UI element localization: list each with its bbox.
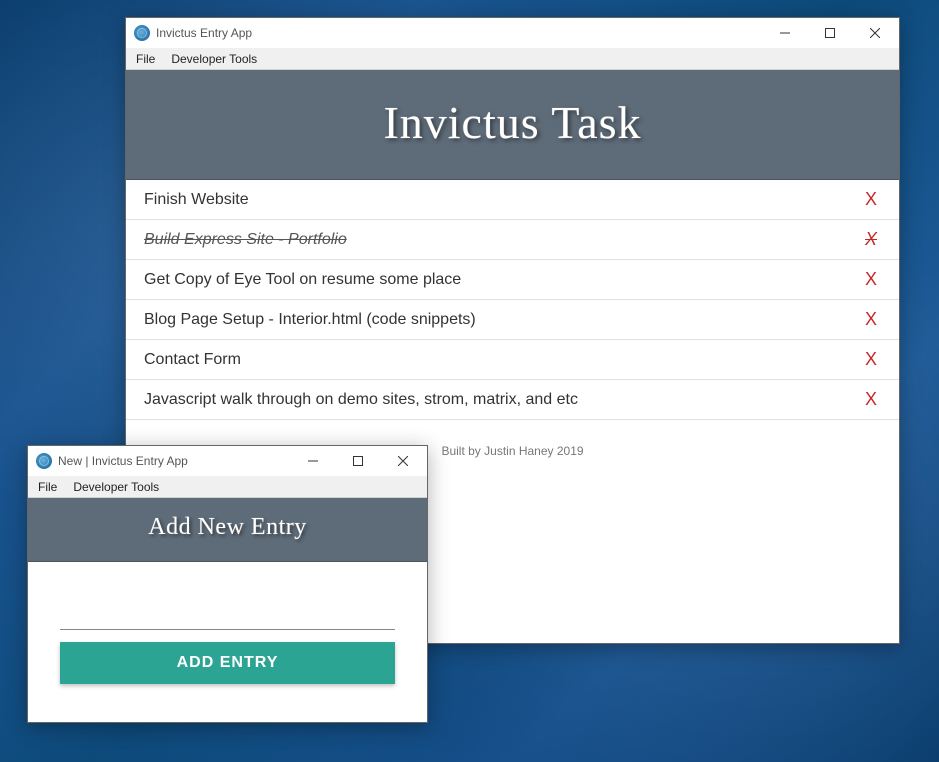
minimize-button[interactable]	[762, 19, 807, 48]
delete-task-button[interactable]: X	[861, 389, 881, 410]
app-header: Invictus Task	[126, 70, 899, 180]
dialog-menubar: File Developer Tools	[28, 476, 427, 498]
entry-input[interactable]	[60, 602, 395, 630]
window-controls	[762, 19, 897, 48]
menu-developer-tools[interactable]: Developer Tools	[65, 477, 167, 497]
task-text: Javascript walk through on demo sites, s…	[144, 391, 861, 409]
app-title: Invictus Task	[136, 96, 889, 149]
dialog-window-title: New | Invictus Entry App	[58, 454, 290, 468]
task-text: Contact Form	[144, 351, 861, 369]
app-icon	[134, 25, 150, 41]
menu-developer-tools[interactable]: Developer Tools	[163, 49, 265, 69]
task-row[interactable]: Contact FormX	[126, 340, 899, 380]
close-button[interactable]	[852, 19, 897, 48]
add-entry-button[interactable]: ADD ENTRY	[60, 642, 395, 684]
task-text: Get Copy of Eye Tool on resume some plac…	[144, 271, 861, 289]
maximize-button[interactable]	[335, 447, 380, 476]
task-list: Finish WebsiteXBuild Express Site - Port…	[126, 180, 899, 420]
task-text: Build Express Site - Portfolio	[144, 231, 861, 249]
delete-task-button[interactable]: X	[861, 269, 881, 290]
close-button[interactable]	[380, 447, 425, 476]
app-icon	[36, 453, 52, 469]
task-row[interactable]: Blog Page Setup - Interior.html (code sn…	[126, 300, 899, 340]
minimize-button[interactable]	[290, 447, 335, 476]
delete-task-button[interactable]: X	[861, 309, 881, 330]
task-row[interactable]: Finish WebsiteX	[126, 180, 899, 220]
dialog-header: Add New Entry	[28, 498, 427, 562]
delete-task-button[interactable]: X	[861, 189, 881, 210]
main-titlebar[interactable]: Invictus Entry App	[126, 18, 899, 48]
delete-task-button[interactable]: X	[861, 349, 881, 370]
maximize-button[interactable]	[807, 19, 852, 48]
dialog-titlebar[interactable]: New | Invictus Entry App	[28, 446, 427, 476]
main-window-title: Invictus Entry App	[156, 26, 762, 40]
menu-file[interactable]: File	[128, 49, 163, 69]
task-row[interactable]: Get Copy of Eye Tool on resume some plac…	[126, 260, 899, 300]
add-entry-dialog: New | Invictus Entry App File Developer …	[27, 445, 428, 723]
delete-task-button[interactable]: X	[861, 229, 881, 250]
main-menubar: File Developer Tools	[126, 48, 899, 70]
task-text: Finish Website	[144, 191, 861, 209]
task-row[interactable]: Javascript walk through on demo sites, s…	[126, 380, 899, 420]
dialog-body: ADD ENTRY	[28, 562, 427, 722]
task-text: Blog Page Setup - Interior.html (code sn…	[144, 311, 861, 329]
task-row[interactable]: Build Express Site - PortfolioX	[126, 220, 899, 260]
dialog-title: Add New Entry	[38, 514, 417, 541]
window-controls	[290, 447, 425, 476]
menu-file[interactable]: File	[30, 477, 65, 497]
